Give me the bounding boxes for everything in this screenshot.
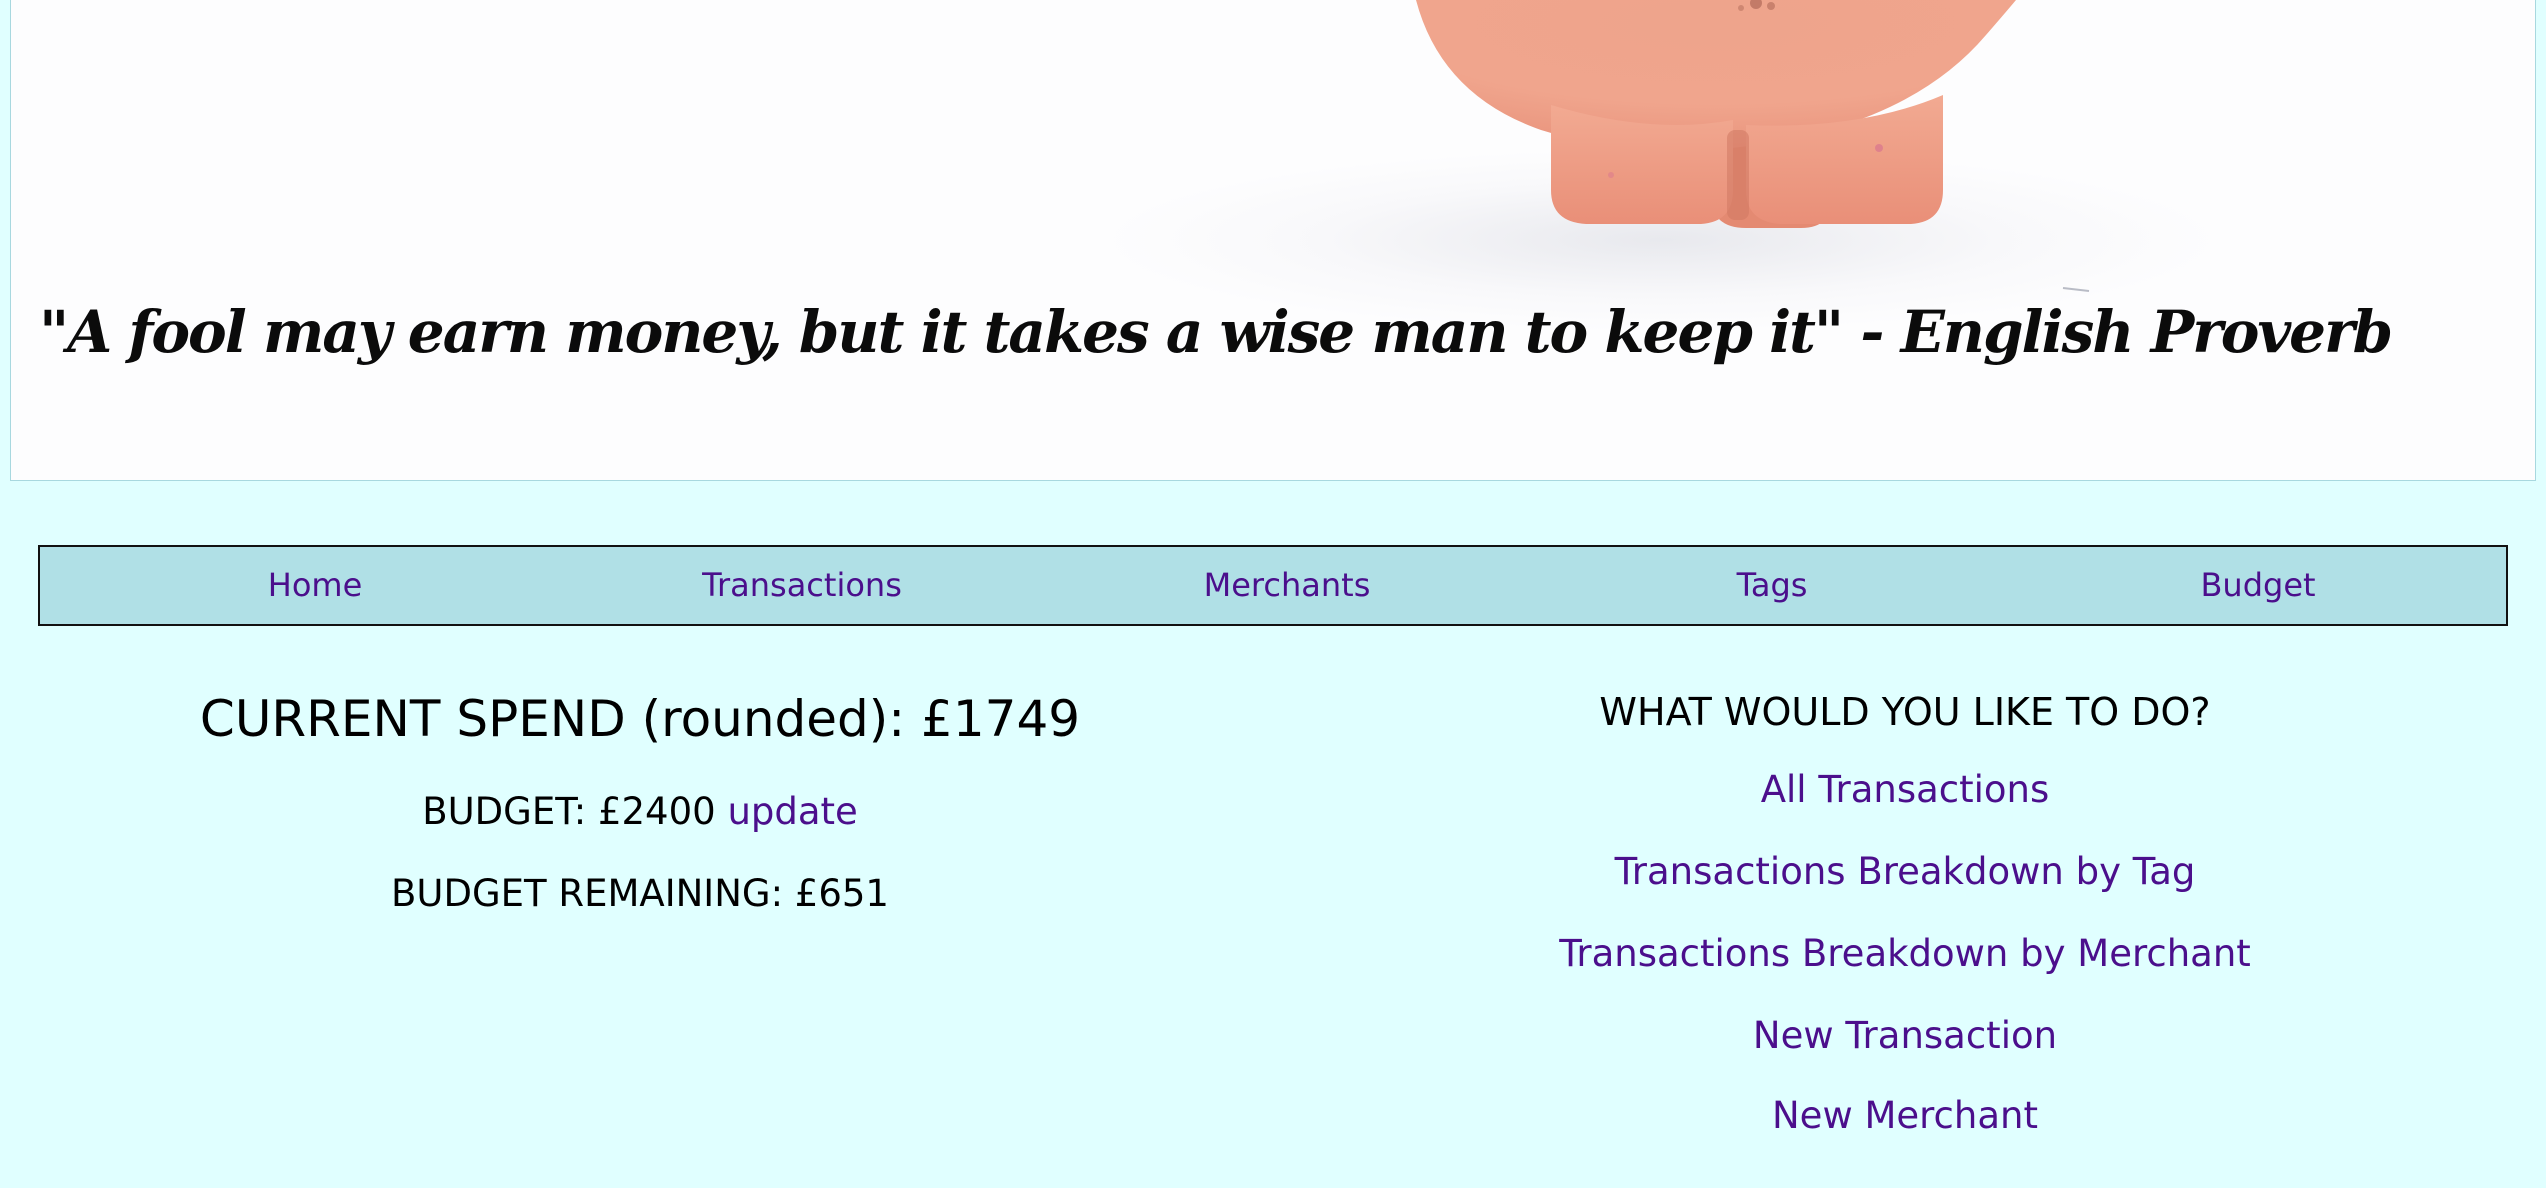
page: "A fool may earn money, but it takes a w… (10, 0, 2536, 1188)
nav-item-merchants[interactable]: Merchants (1204, 547, 1371, 624)
budget-amount: BUDGET: £2400 (422, 790, 716, 833)
main-nav: Home Transactions Merchants Tags Budget (38, 545, 2508, 626)
breakdown-by-merchant-link[interactable]: Transactions Breakdown by Merchant (1559, 932, 2251, 975)
update-budget-link[interactable]: update (727, 790, 857, 833)
nav-item-tags[interactable]: Tags (1737, 547, 1808, 624)
proverb-quote: "A fool may earn money, but it takes a w… (39, 298, 2393, 366)
current-spend: CURRENT SPEND (rounded): £1749 (199, 690, 1081, 748)
nav-item-transactions[interactable]: Transactions (702, 547, 902, 624)
new-transaction-link[interactable]: New Transaction (1753, 1014, 2057, 1057)
breakdown-by-tag-link[interactable]: Transactions Breakdown by Tag (1615, 850, 2196, 893)
nav-item-home[interactable]: Home (268, 547, 363, 624)
piggy-bank-icon (1416, 0, 2090, 292)
nav-item-budget[interactable]: Budget (2200, 547, 2315, 624)
new-merchant-link[interactable]: New Merchant (1772, 1094, 2038, 1137)
actions-heading: WHAT WOULD YOU LIKE TO DO? (1599, 690, 2211, 734)
header-banner: "A fool may earn money, but it takes a w… (10, 0, 2536, 481)
all-transactions-link[interactable]: All Transactions (1761, 768, 2050, 811)
budget-line: BUDGET: £2400 update (422, 790, 858, 833)
budget-remaining: BUDGET REMAINING: £651 (391, 872, 889, 915)
